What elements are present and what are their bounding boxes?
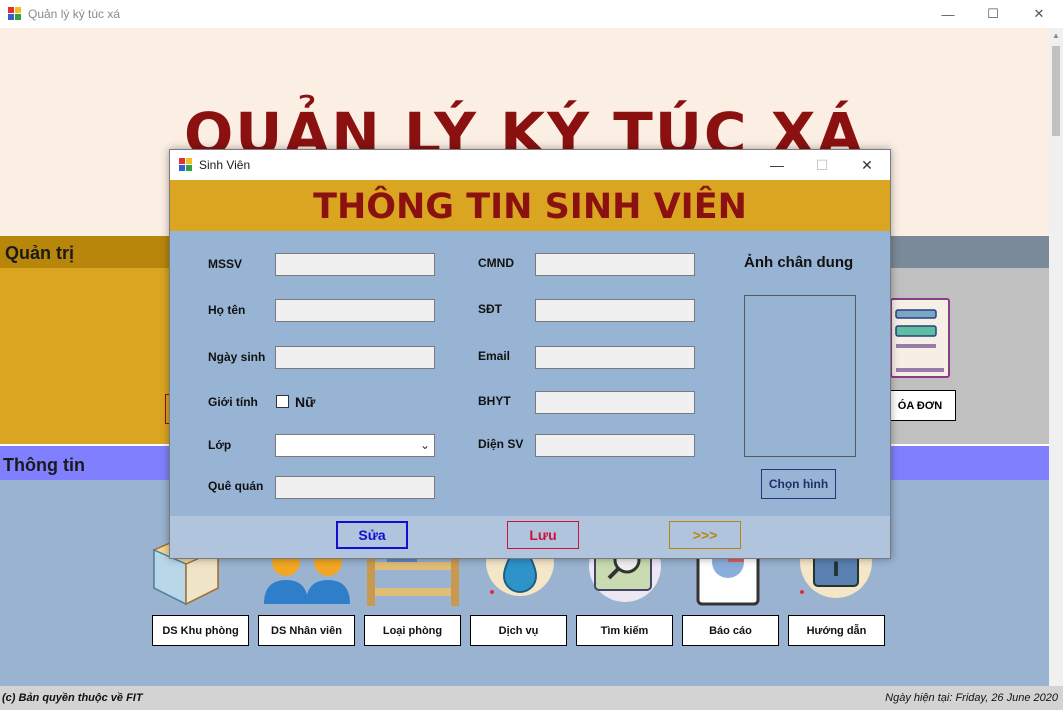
dialog-title: Sinh Viên [199,158,251,172]
dialog-window-icon [179,158,192,171]
main-maximize-button[interactable]: ☐ [970,0,1016,28]
dialog-heading: THÔNG TIN SINH VIÊN [313,187,747,227]
cmnd-input[interactable] [535,253,695,276]
save-button[interactable]: Lưu [507,521,579,549]
label-que-quan: Quê quán [208,479,264,493]
tile-button-loai-phong[interactable]: Loại phòng [364,615,461,646]
main-close-button[interactable]: ✕ [1016,0,1062,28]
label-dien-sv: Diện SV [478,437,524,451]
main-minimize-button[interactable]: — [925,0,971,28]
tile-button-bao-cao[interactable]: Báo cáo [682,615,779,646]
label-cmnd: CMND [478,256,514,270]
scroll-up-icon[interactable]: ▲ [1052,31,1060,40]
main-window-title: Quản lý ký túc xá [28,7,121,21]
current-date-text: Ngày hiện tại: Friday, 26 June 2020 [885,692,1058,704]
tile-button-khu-phong[interactable]: DS Khu phòng [152,615,249,646]
label-lop: Lớp [208,438,232,452]
tile-button-huong-dan[interactable]: Hướng dẫn [788,615,885,646]
dialog-minimize-button[interactable]: — [754,150,800,180]
dialog-titlebar: Sinh Viên — ☐ ✕ [170,150,890,180]
dialog-banner: THÔNG TIN SINH VIÊN [170,180,890,231]
choose-photo-button[interactable]: Chọn hình [761,469,836,499]
scroll-thumb[interactable] [1052,46,1060,136]
main-window-titlebar: Quản lý ký túc xá — ☐ ✕ [0,0,1063,28]
tile-button-dich-vu[interactable]: Dịch vụ [470,615,567,646]
ngay-sinh-input[interactable] [275,346,435,369]
label-gioi-tinh: Giới tính [208,395,258,409]
admin-section-title: Quản trị [5,243,75,263]
dialog-maximize-button[interactable]: ☐ [799,150,845,180]
invoice-icon [890,298,950,378]
student-dialog: Sinh Viên — ☐ ✕ THÔNG TIN SINH VIÊN MSSV… [169,149,891,559]
invoice-button[interactable]: ÓA ĐƠN [884,390,956,421]
main-vertical-scrollbar[interactable]: ▲ [1049,28,1063,686]
dialog-footer: Sửa Lưu >>> [170,516,890,558]
label-ho-ten: Họ tên [208,303,246,317]
portrait-photo-box [744,295,856,457]
bhyt-input[interactable] [535,391,695,414]
chevron-down-icon[interactable]: ⌄ [420,438,430,452]
app-window-icon [8,7,21,20]
gender-female-label[interactable]: Nữ [295,394,315,410]
label-bhyt: BHYT [478,394,511,408]
status-bar: (c) Bản quyền thuộc về FIT Ngày hiện tại… [0,686,1063,710]
admin-header-right-strip [890,236,1049,268]
email-input[interactable] [535,346,695,369]
lop-select[interactable]: ⌄ [275,434,435,457]
info-section-title: Thông tin [3,455,85,475]
edit-button[interactable]: Sửa [336,521,408,549]
sdt-input[interactable] [535,299,695,322]
label-email: Email [478,349,511,363]
dien-sv-input[interactable] [535,434,695,457]
label-mssv: MSSV [208,257,243,271]
mssv-input[interactable] [275,253,435,276]
ho-ten-input[interactable] [275,299,435,322]
dialog-close-button[interactable]: ✕ [844,150,890,180]
label-ngay-sinh: Ngày sinh [208,350,266,364]
tile-button-nhan-vien[interactable]: DS Nhân viên [258,615,355,646]
admin-invoice-panel: ÓA ĐƠN [884,268,1049,444]
portrait-photo-label: Ảnh chân dung [744,254,854,271]
label-sdt: SĐT [478,302,502,316]
tile-button-tim-kiem[interactable]: Tìm kiếm [576,615,673,646]
copyright-text: (c) Bản quyền thuộc về FIT [2,692,143,704]
gender-female-checkbox[interactable] [276,395,289,408]
que-quan-input[interactable] [275,476,435,499]
next-button[interactable]: >>> [669,521,741,549]
